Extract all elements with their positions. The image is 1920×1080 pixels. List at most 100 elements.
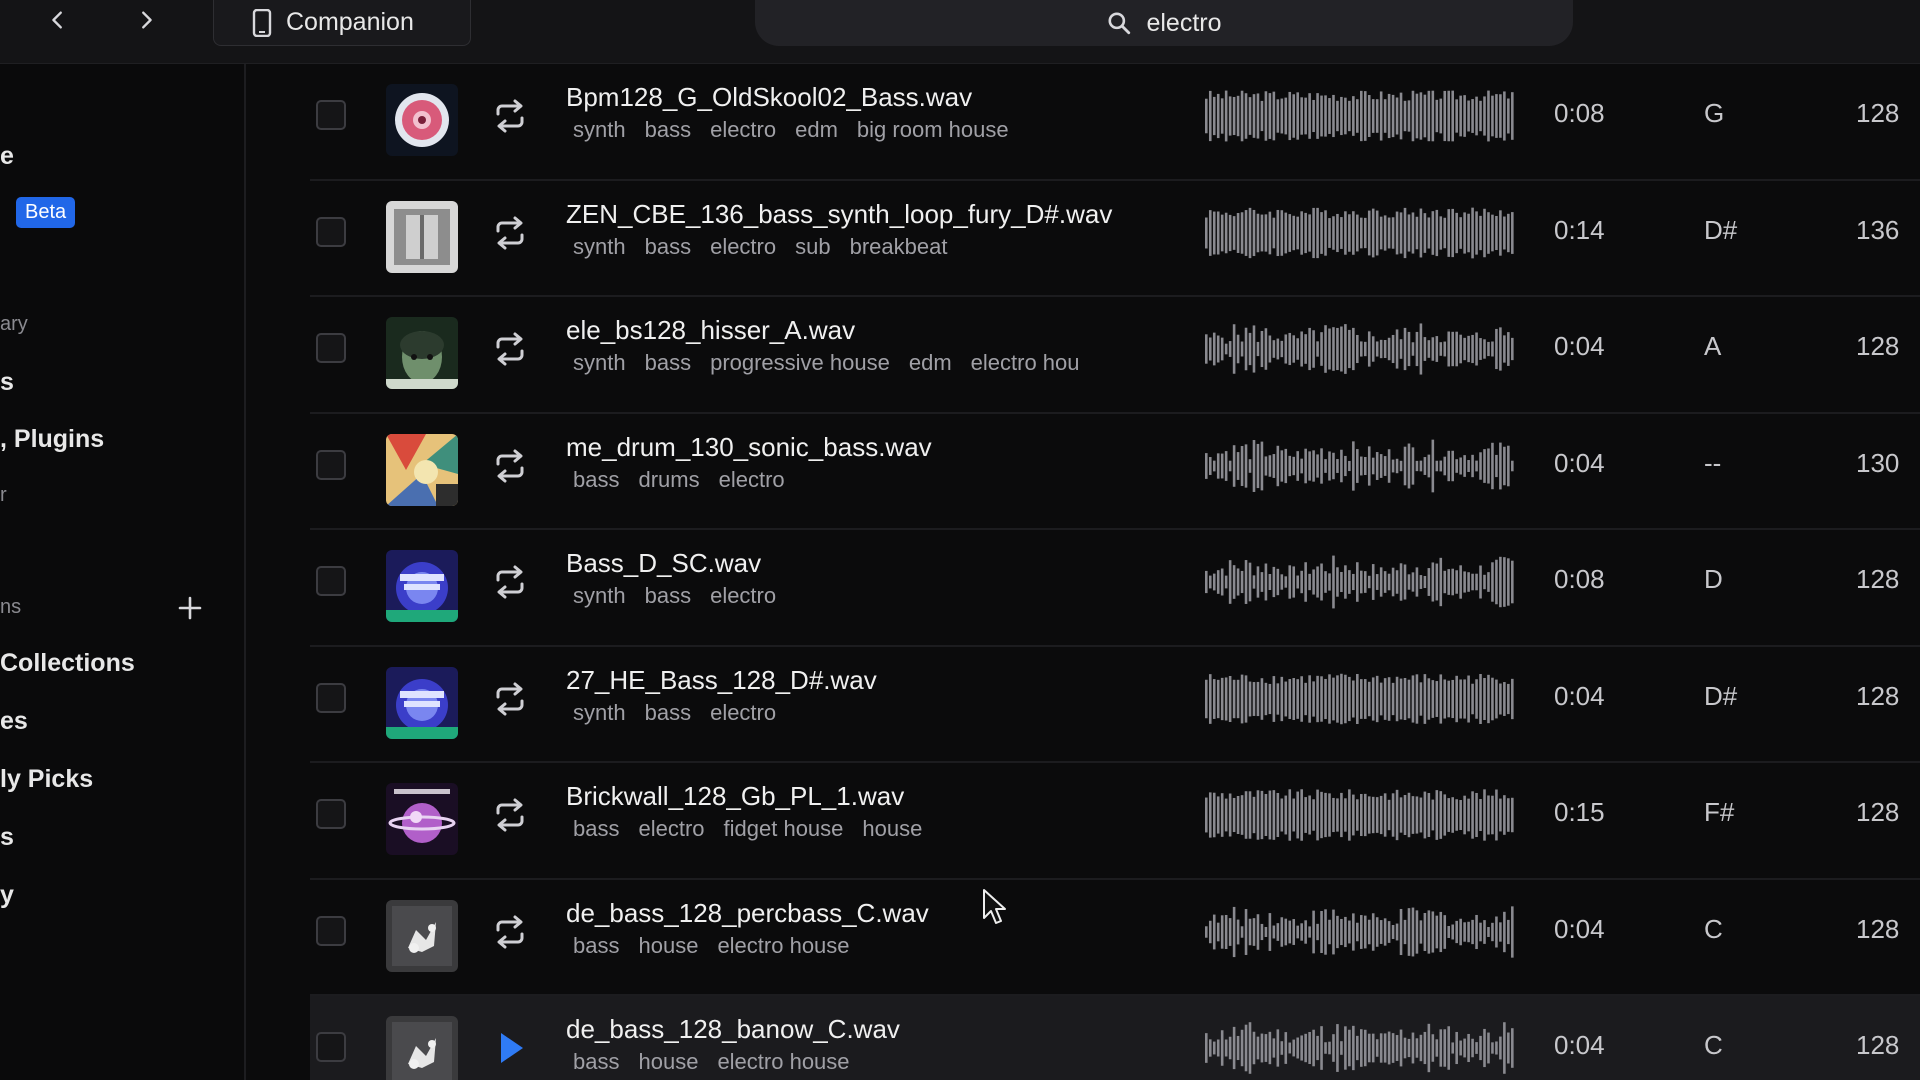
tag[interactable]: synth <box>573 700 626 725</box>
sidebar-item-11[interactable]: s <box>0 823 14 852</box>
sidebar-item-12[interactable]: y <box>0 881 14 910</box>
loop-icon[interactable] <box>490 446 530 486</box>
sample-name[interactable]: Bass_D_SC.wav <box>566 548 761 579</box>
waveform[interactable] <box>1205 321 1515 377</box>
sample-row[interactable]: Bass_D_SC.wav synth bass electro 0:08 D 128 <box>310 530 1920 647</box>
sample-row[interactable]: ele_bs128_hisser_A.wavsynth bass progressi… <box>310 297 1920 414</box>
waveform[interactable] <box>1205 787 1515 843</box>
waveform[interactable] <box>1205 554 1515 610</box>
loop-icon[interactable] <box>490 795 530 835</box>
sample-name[interactable]: ZEN_CBE_136_bass_synth_loop_fury_D#.wav <box>566 199 1112 230</box>
back-button[interactable] <box>38 0 78 40</box>
sample-artwork[interactable] <box>386 899 458 972</box>
tag[interactable]: fidget house <box>724 816 844 841</box>
sidebar-item-picks[interactable]: ly Picks <box>0 765 93 794</box>
sample-name[interactable]: ele_bs128_hisser_A.wav <box>566 315 855 346</box>
tag[interactable]: electro <box>710 234 776 259</box>
tag[interactable]: bass <box>645 117 691 142</box>
tag[interactable]: bass <box>645 234 691 259</box>
sample-artwork[interactable] <box>386 84 458 156</box>
loop-icon[interactable] <box>490 679 530 719</box>
tag[interactable]: bass <box>573 816 619 841</box>
tag[interactable]: bass <box>573 467 619 492</box>
tag[interactable]: breakbeat <box>850 234 948 259</box>
tag[interactable]: synth <box>573 117 626 142</box>
sample-row[interactable]: me_drum_130_sonic_bass.wavbass drums elect… <box>310 414 1920 530</box>
tag[interactable]: electro <box>719 467 785 492</box>
sidebar-item-plugins[interactable]: , Plugins <box>0 425 104 454</box>
plus-icon[interactable] <box>176 594 204 622</box>
tag[interactable]: house <box>862 816 922 841</box>
tag[interactable]: bass <box>645 350 691 375</box>
tag[interactable]: synth <box>573 350 626 375</box>
sidebar-item-9[interactable]: es <box>0 707 28 736</box>
select-checkbox[interactable] <box>316 100 346 130</box>
select-checkbox[interactable] <box>316 915 346 946</box>
tag[interactable]: electro house <box>717 933 849 958</box>
tag[interactable]: edm <box>795 117 838 142</box>
sample-row[interactable]: de_bass_128_banow_C.wavbass house electro … <box>310 996 1920 1080</box>
select-checkbox[interactable] <box>316 682 346 713</box>
tag[interactable]: house <box>638 933 698 958</box>
waveform[interactable] <box>1205 904 1515 960</box>
tag[interactable]: big room house <box>857 117 1009 142</box>
tag[interactable]: edm <box>909 350 952 375</box>
sample-row[interactable]: Bpm128_G_OldSkool02_Bass.wav synth bass ele… <box>310 64 1920 181</box>
sample-artwork[interactable] <box>386 666 458 739</box>
tag[interactable]: electro <box>710 583 776 608</box>
sample-name[interactable]: 27_HE_Bass_128_D#.wav <box>566 665 877 696</box>
tag[interactable]: electro house <box>717 1049 849 1074</box>
tag[interactable]: synth <box>573 583 626 608</box>
tag[interactable]: drums <box>638 467 699 492</box>
search-input[interactable]: electro <box>755 0 1573 46</box>
tag[interactable]: bass <box>573 933 619 958</box>
select-checkbox[interactable] <box>316 566 346 596</box>
sample-name[interactable]: me_drum_130_sonic_bass.wav <box>566 432 932 463</box>
tag[interactable]: synth <box>573 234 626 259</box>
sample-name[interactable]: de_bass_128_percbass_C.wav <box>566 898 929 929</box>
companion-button[interactable]: Companion <box>213 0 471 46</box>
loop-icon[interactable] <box>490 329 530 369</box>
tag[interactable]: house <box>638 1049 698 1074</box>
sample-artwork[interactable] <box>386 317 458 389</box>
tag[interactable]: bass <box>645 583 691 608</box>
sample-artwork[interactable] <box>386 1016 458 1080</box>
sample-artwork[interactable] <box>386 433 458 506</box>
loop-icon[interactable] <box>490 562 530 602</box>
forward-button[interactable] <box>126 0 166 40</box>
sample-row[interactable]: ZEN_CBE_136_bass_synth_loop_fury_D#.wavs… <box>310 181 1920 297</box>
tag[interactable]: bass <box>573 1049 619 1074</box>
sidebar-item-5[interactable]: r <box>0 484 7 507</box>
select-checkbox[interactable] <box>316 799 346 829</box>
sidebar-item-collections[interactable]: Collections <box>0 649 135 678</box>
sample-name[interactable]: Bpm128_G_OldSkool02_Bass.wav <box>566 82 972 113</box>
waveform[interactable] <box>1205 671 1515 727</box>
loop-icon[interactable] <box>490 912 530 952</box>
loop-icon[interactable] <box>490 213 530 253</box>
sample-artwork[interactable] <box>386 200 458 273</box>
waveform[interactable] <box>1205 1020 1515 1076</box>
tag[interactable]: sub <box>795 234 830 259</box>
waveform[interactable] <box>1205 438 1515 494</box>
tag[interactable]: electro hou <box>971 350 1080 375</box>
sample-name[interactable]: Brickwall_128_Gb_PL_1.wav <box>566 781 904 812</box>
sample-artwork[interactable] <box>386 783 458 855</box>
sidebar-item-0[interactable]: e <box>0 142 14 171</box>
tag[interactable]: bass <box>645 700 691 725</box>
tag[interactable]: electro <box>638 816 704 841</box>
waveform[interactable] <box>1205 88 1515 144</box>
sample-row[interactable]: Brickwall_128_Gb_PL_1.wavbass electro fidg… <box>310 763 1920 880</box>
sample-name[interactable]: de_bass_128_banow_C.wav <box>566 1014 900 1045</box>
select-checkbox[interactable] <box>316 216 346 247</box>
tag[interactable]: progressive house <box>710 350 890 375</box>
select-checkbox[interactable] <box>316 1032 346 1062</box>
tag[interactable]: electro <box>710 700 776 725</box>
sample-row[interactable]: de_bass_128_percbass_C.wavbass house elect… <box>310 880 1920 996</box>
select-checkbox[interactable] <box>316 449 346 480</box>
play-icon[interactable] <box>490 1028 530 1068</box>
sidebar-item-3[interactable]: s <box>0 368 14 397</box>
loop-icon[interactable] <box>490 96 530 136</box>
waveform[interactable] <box>1205 205 1515 261</box>
select-checkbox[interactable] <box>316 333 346 363</box>
sample-row[interactable]: 27_HE_Bass_128_D#.wav synth bass electro 0:0… <box>310 647 1920 763</box>
